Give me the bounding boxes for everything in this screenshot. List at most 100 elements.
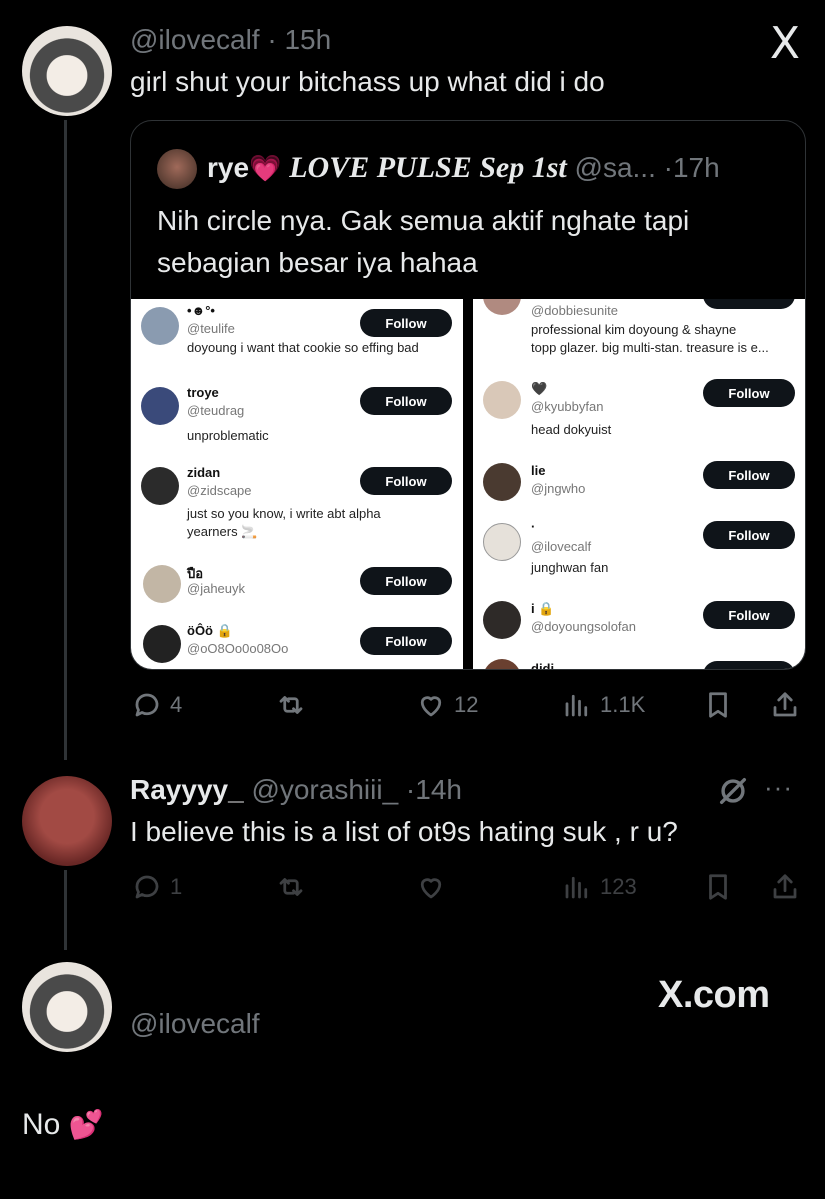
reply-text: No: [22, 1108, 61, 1141]
screenshot-right: @dobbiesunite professional kim doyoung &…: [473, 299, 805, 670]
heart-icon: 💗: [249, 153, 282, 183]
name: lie: [531, 463, 546, 478]
handle: @teudrag: [187, 403, 245, 418]
retweet-button[interactable]: [276, 690, 306, 720]
avatar[interactable]: [22, 962, 112, 1052]
avatar[interactable]: [22, 26, 112, 116]
bio: head dokyuist: [531, 422, 612, 437]
avatar: [483, 299, 521, 315]
handle[interactable]: @ilovecalf: [130, 24, 260, 55]
handle[interactable]: @ilovecalf: [130, 1008, 260, 1040]
handle: @oO8Oo0o08Oo: [187, 641, 289, 656]
reply-button[interactable]: 4: [132, 690, 182, 720]
timestamp[interactable]: 15h: [284, 24, 331, 55]
avatar: [483, 523, 521, 561]
follow-button[interactable]: Follow: [703, 521, 795, 549]
follow-button[interactable]: Follow: [360, 627, 452, 655]
name: •☻°•: [187, 303, 215, 318]
handle: @zidscape: [187, 483, 252, 498]
thread-line: [64, 120, 67, 760]
timestamp[interactable]: 14h: [415, 774, 462, 805]
reply-count: 1: [170, 874, 183, 899]
follow-button[interactable]: Follow: [360, 467, 452, 495]
bio: junghwan fan: [531, 560, 609, 575]
display-name[interactable]: Rayyyy_: [130, 774, 244, 805]
view-count: 123: [600, 874, 637, 899]
x-com-watermark: X.com: [658, 974, 770, 1016]
bio: yearners 🚬: [187, 524, 258, 539]
close-button[interactable]: X: [760, 22, 810, 66]
retweet-button[interactable]: [276, 872, 306, 902]
bookmark-button[interactable]: [703, 690, 733, 720]
avatar: [483, 601, 521, 639]
tweet-text: No 💕: [22, 1108, 104, 1142]
follow-button[interactable]: [703, 299, 795, 309]
avatar[interactable]: [22, 776, 112, 866]
bookmark-button[interactable]: [703, 872, 733, 902]
follow-button[interactable]: Follow: [360, 387, 452, 415]
avatar: [483, 463, 521, 501]
name: 🖤: [531, 381, 548, 396]
like-count: 12: [454, 692, 479, 717]
avatar: [141, 307, 179, 345]
avatar: [483, 381, 521, 419]
avatar: [143, 625, 181, 663]
more-button[interactable]: ···: [764, 772, 793, 803]
share-icon: [773, 692, 797, 717]
share-button[interactable]: [770, 690, 800, 720]
views-icon: [565, 694, 588, 717]
avatar: [483, 659, 521, 669]
follow-button[interactable]: Follow: [360, 567, 452, 595]
bookmark-icon: [709, 874, 727, 900]
reply-button[interactable]: 1: [132, 872, 182, 902]
handle: @ilovecalf: [531, 539, 592, 554]
tweet-text: girl shut your bitchass up what did i do: [130, 66, 605, 97]
quote-subtitle: LOVE PULSE Sep 1st: [289, 151, 567, 184]
handle: @teulife: [187, 321, 235, 336]
list-item: •☻°• @teulife doyoung i want that cookie…: [131, 299, 463, 374]
quote-handle: @sa...: [574, 152, 656, 183]
follow-button[interactable]: Follow: [703, 379, 795, 407]
view-count: 1.1K: [600, 692, 646, 717]
bio: just so you know, i write abt alpha: [187, 506, 381, 521]
heart-outline-icon: [420, 878, 442, 899]
bio: unproblematic: [187, 428, 269, 443]
views-button[interactable]: 123: [562, 872, 637, 902]
like-button[interactable]: 12: [416, 690, 478, 720]
screenshot-left: •☻°• @teulife doyoung i want that cookie…: [131, 299, 463, 669]
grok-icon[interactable]: [716, 774, 750, 808]
separator: ·: [663, 152, 673, 183]
tweet-text: I believe this is a list of ot9s hating …: [130, 816, 678, 847]
handle: @jaheuyk: [187, 581, 246, 596]
follow-button[interactable]: Follow: [703, 461, 795, 489]
avatar: [141, 387, 179, 425]
name: öÔö 🔒: [187, 623, 233, 638]
follow-button[interactable]: Follow: [703, 601, 795, 629]
follow-button[interactable]: Follow: [360, 309, 452, 337]
handle[interactable]: @yorashiii_: [251, 774, 398, 805]
name: i 🔒: [531, 601, 555, 616]
retweet-icon: [279, 696, 303, 714]
like-button[interactable]: [416, 872, 446, 902]
handle: @doyoungsolofan: [531, 619, 636, 634]
share-button[interactable]: [770, 872, 800, 902]
quoted-tweet[interactable]: rye💗 LOVE PULSE Sep 1st @sa... ·17h Nih …: [130, 120, 806, 670]
separator: ·: [267, 24, 277, 55]
reply-count: 4: [170, 692, 183, 717]
share-icon: [773, 874, 797, 899]
avatar: [143, 565, 181, 603]
views-button[interactable]: 1.1K: [562, 690, 645, 720]
views-icon: [565, 876, 588, 899]
handle: @kyubbyfan: [531, 399, 604, 414]
name: didi: [531, 661, 555, 670]
heart-outline-icon: [420, 696, 442, 717]
separator: ·: [405, 774, 416, 805]
name: ·: [531, 519, 536, 534]
tweet-header: Rayyyy_ @yorashiii_ ·14h: [130, 774, 462, 806]
name: troye: [187, 385, 219, 400]
tweet-header: @ilovecalf · 15h: [130, 24, 331, 56]
thread-line: [64, 870, 67, 950]
quote-time: 17h: [672, 152, 720, 183]
reply-icon: [135, 875, 159, 899]
follow-button[interactable]: [703, 661, 795, 669]
